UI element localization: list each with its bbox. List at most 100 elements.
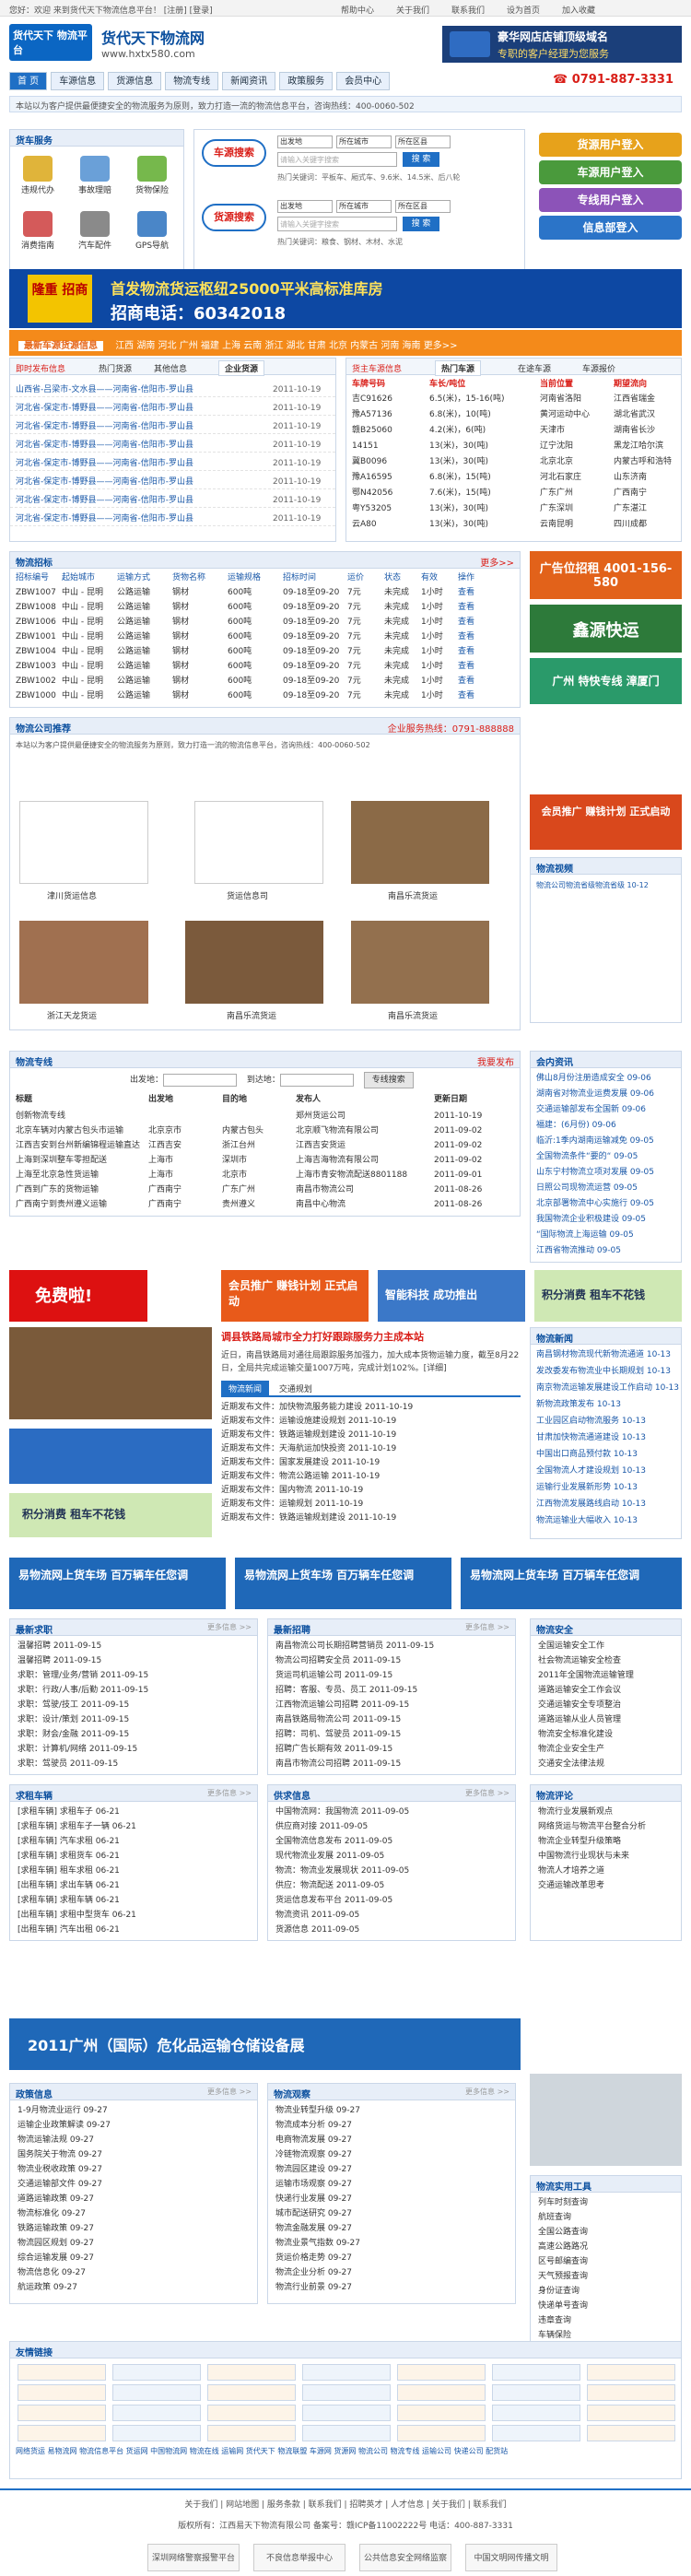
list-item[interactable]: 道路运输政策 09-27 [18,2193,253,2206]
partner-logo[interactable] [18,2364,106,2381]
nav-news[interactable]: 新闻资讯 [222,72,276,90]
partner-logo[interactable] [18,2384,106,2401]
tab-latest[interactable]: 即时发布信息 [16,362,65,374]
company-photo[interactable] [185,921,323,1004]
friend-links-text[interactable]: 网络货运 易物流网 物流信息平台 货运网 中国物流网 物流在线 运输网 货代天下… [16,2445,674,2458]
info-dept-login[interactable]: 信息部登入 [539,216,682,240]
list-item[interactable]: 国务院关于物流 09-27 [18,2148,253,2162]
company-name[interactable]: 南昌乐流货运 [388,1009,438,1021]
partner-logo[interactable] [587,2384,675,2401]
vehicle-row[interactable]: 云A80 13(米)，30(吨) 云南昆明 四川成都 [346,517,681,532]
partner-logo[interactable] [492,2425,580,2441]
list-item[interactable]: 物流人才培养之道 [538,1864,677,1878]
side-ad-member[interactable]: 会员推广 赚钱计划 正式启动 [530,794,682,850]
list-item[interactable]: 现代物流业发展 2011-09-05 [275,1850,511,1864]
district-select[interactable]: 所在区县 [395,135,451,148]
list-item[interactable]: 交通运输改革思考 [538,1879,677,1893]
partner-logo[interactable] [587,2405,675,2421]
partner-logo[interactable] [112,2364,201,2381]
list-item[interactable]: 日照公司现物流运营 09-05 [536,1182,679,1195]
topbar-link[interactable]: 帮助中心 [341,4,374,16]
list-item[interactable]: 求职：驾驶员 2011-09-15 [18,1758,253,1771]
list-item[interactable]: 求职：设计/策划 2011-09-15 [18,1713,253,1727]
list-item[interactable]: 2011年全国物流运输管理 [538,1669,677,1683]
list-item[interactable]: 温馨招聘 2011-09-15 [18,1640,253,1653]
line-cell[interactable]: 北京车辆对内蒙古包头市运输 [16,1123,123,1138]
partner-logo[interactable] [397,2425,486,2441]
latest-row[interactable]: 河北省-保定市-博野县——河南省-信阳市-罗山县 2011-10-19 [10,456,335,471]
line-to-input[interactable] [279,1073,354,1087]
list-item[interactable]: 快递行业发展 09-27 [275,2193,511,2206]
side-ad-xinyuan[interactable]: 鑫源快运 [530,605,682,653]
region-links[interactable]: 江西 湖南 河北 广州 福建 上海 云南 浙江 湖北 甘肃 北京 内蒙古 河南 … [115,341,457,351]
list-item[interactable]: 工业园区启动物流服务 10-13 [536,1415,679,1429]
table-row[interactable]: 北京车辆对内蒙古包头市运输 北京京市 内蒙古包头 北京顺飞物流有限公司 2011-09-… [10,1123,520,1138]
partner-logo[interactable] [492,2364,580,2381]
list-item[interactable]: 物流园区规划 09-27 [18,2237,253,2251]
list-item[interactable]: 物流信息化 09-27 [18,2266,253,2280]
line-cell[interactable]: 上海至北京急性货运输 [16,1168,99,1182]
city-select[interactable]: 所在城市 [336,200,392,213]
list-item[interactable]: 物流企业转型升级策略 [538,1835,677,1849]
vehicle-row[interactable]: 赣B25060 4.2(米)，6(吨) 天津市 湖南省长沙 [346,423,681,438]
list-item[interactable]: 运输企业政策解读 09-27 [18,2119,253,2133]
list-item[interactable]: 求职：计算机/网络 2011-09-15 [18,1743,253,1757]
partner-logo[interactable] [112,2425,201,2441]
more-link[interactable]: 更多信息 >> [207,2087,252,2097]
list-item[interactable]: [出租车辆] 求出车辆 06-21 [18,1879,253,1893]
footer-badge[interactable]: 深圳网络警察报警平台 [147,2544,240,2571]
list-item[interactable]: 物流业税收政策 09-27 [18,2163,253,2177]
company-photo[interactable] [351,801,489,884]
list-item[interactable]: 全国物流条件“要的“ 09-05 [536,1150,679,1164]
promo-free[interactable]: 免费啦! [9,1270,147,1322]
list-item[interactable]: 高速公路路况 [538,2241,677,2254]
list-item[interactable]: 中国物流行业现状与未来 [538,1850,677,1864]
latest-route[interactable]: 河北省-保定市-博野县——河南省-信阳市-罗山县 [16,419,193,433]
list-item[interactable]: 快递单号查询 [538,2300,677,2313]
table-row[interactable]: ZBW1000 中山 - 昆明 公路运输 钢材 600吨 09-18至09-20 7元 未完成… [10,688,520,703]
partner-logo[interactable] [207,2364,296,2381]
tab-news[interactable]: 物流新闻 [221,1381,270,1396]
table-row[interactable]: ZBW1008 中山 - 昆明 公路运输 钢材 600吨 09-18至09-20 7元 未完成… [10,600,520,615]
list-item[interactable]: 南昌铁路局物流公司 2011-09-15 [275,1713,511,1727]
logistics-more[interactable]: 更多>> [480,555,514,569]
video-item[interactable]: 物流公司物流省级物流省级 10-12 [536,880,649,890]
list-item[interactable]: 物流行业前景 09-27 [275,2281,511,2295]
list-item[interactable]: 违章查询 [538,2314,677,2328]
latest-route[interactable]: 河北省-保定市-博野县——河南省-信阳市-罗山县 [16,438,193,452]
table-row[interactable]: 上海到深圳整车零担配送 上海市 深圳市 上海吉海物流有限公司 2011-09-02 [10,1153,520,1168]
company-photo[interactable] [351,921,489,1004]
list-item[interactable]: 物流金融发展 09-27 [275,2222,511,2236]
list-item[interactable]: [求租车辆] 求租车子 06-21 [18,1806,253,1819]
list-item[interactable]: 近期发布文件：运输规划 2011-10-19 [221,1498,516,1511]
list-item[interactable]: 道路运输安全工作会议 [538,1684,677,1698]
company-name[interactable]: 南昌乐流货运 [388,889,438,901]
list-item[interactable]: 近期发布文件：物流公路运输 2011-10-19 [221,1470,516,1484]
partner-logo[interactable] [397,2364,486,2381]
line-from-input[interactable] [163,1073,238,1087]
partner-logo[interactable] [207,2425,296,2441]
list-item[interactable]: 航班查询 [538,2211,677,2225]
vehicle-row[interactable]: 鄂N42056 7.6(米)，15(吨) 广东广州 广西南宁 [346,486,681,500]
more-link[interactable]: 更多信息 >> [207,1622,252,1632]
footer-badge[interactable]: 不良信息举报中心 [253,2544,346,2571]
service-item[interactable]: 事故理赔 [76,156,113,195]
expo-banner[interactable]: 2011广州（国际）危化品运输仓储设备展 [9,2018,521,2070]
news-ad-points[interactable]: 积分消费 租车不花钱 [9,1493,212,1537]
company-photo[interactable] [19,801,148,884]
truck-market-banner[interactable]: 易物流网上货车场 百万辆车任您调 [461,1558,682,1609]
list-item[interactable]: 南昌钢材物流现代新物流通道 10-13 [536,1348,679,1362]
list-item[interactable]: 近期发布文件：国内物流 2011-10-19 [221,1484,516,1498]
table-row[interactable]: ZBW1002 中山 - 昆明 公路运输 钢材 600吨 09-18至09-20 7元 未完成… [10,674,520,688]
service-item[interactable]: 货物保险 [134,156,170,195]
list-item[interactable]: 物流公司招聘安全员 2011-09-15 [275,1654,511,1668]
list-item[interactable]: 供应商对接 2011-09-05 [275,1820,511,1834]
list-item[interactable]: 中国物流网：我国物流 2011-09-05 [275,1806,511,1819]
line-cell[interactable]: 上海到深圳整车零担配送 [16,1153,107,1168]
footer-badge[interactable]: 中国文明网传播文明 [465,2544,557,2571]
list-item[interactable]: 物流企业安全生产 [538,1743,677,1757]
partner-logo[interactable] [587,2425,675,2441]
list-item[interactable]: 湖南省对物流业运费发展 09-06 [536,1088,679,1101]
logistics-cell[interactable]: 查看 [458,600,474,615]
vehicle-row[interactable]: 吉C91626 6.5(米)，15-16(吨) 河南省洛阳 江西省瑞金 [346,392,681,406]
